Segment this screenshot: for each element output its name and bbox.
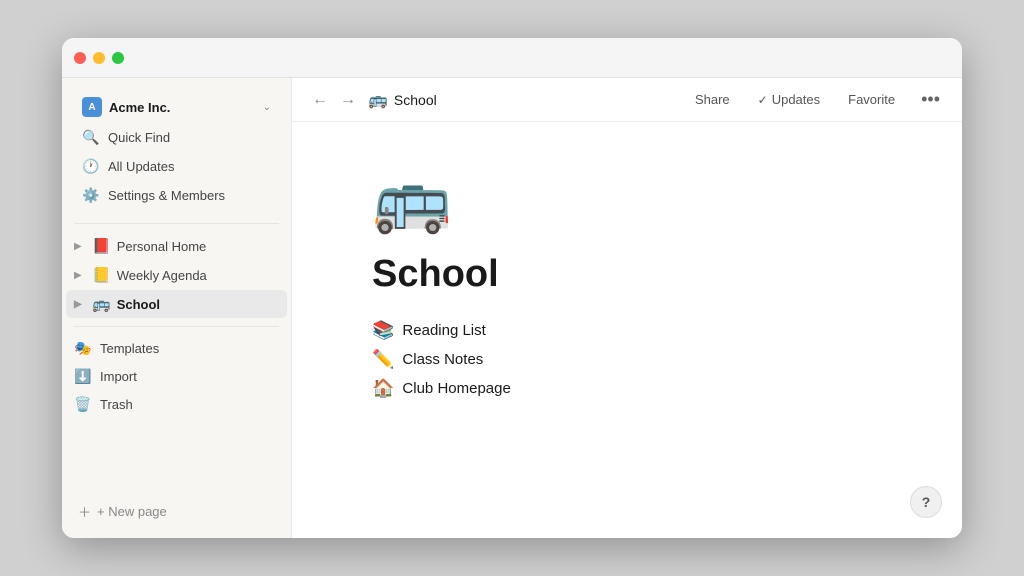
sidebar-item-trash[interactable]: 🗑️ Trash [66,391,287,418]
page-label: Weekly Agenda [117,268,207,283]
page-label: Personal Home [117,239,207,254]
arrow-icon: ▶ [74,270,86,281]
plus-icon: ＋ [78,502,91,521]
page-heading: School [372,253,882,296]
new-page-label: + New page [97,504,167,519]
list-item-emoji: ✏️ [372,349,394,370]
workspace-name: Acme Inc. [109,100,170,115]
help-button[interactable]: ? [910,486,942,518]
page-large-icon: 🚌 [372,162,882,237]
app-window: A Acme Inc. ⌄ 🔍 Quick Find 🕐 All Updates… [62,38,962,538]
close-button[interactable] [74,52,86,64]
new-page-button[interactable]: ＋ + New page [70,497,283,526]
updates-button[interactable]: ✓ Updates [750,88,828,111]
page-title-emoji: 🚌 [368,90,388,110]
updates-label: Updates [772,92,820,107]
more-options-button[interactable]: ••• [915,87,946,112]
sidebar-item-school[interactable]: ▶ 🚌 School [66,290,287,318]
sidebar-item-label: Templates [100,341,159,356]
list-item[interactable]: 📚 Reading List [372,320,882,341]
more-icon: ••• [921,89,940,110]
traffic-lights [74,52,124,64]
back-button[interactable]: ← [308,89,332,111]
sidebar-item-label: All Updates [108,159,174,174]
arrow-icon: ▶ [74,299,86,310]
sidebar-top: A Acme Inc. ⌄ 🔍 Quick Find 🕐 All Updates… [62,86,291,215]
share-button[interactable]: Share [687,88,738,111]
workspace-chevron: ⌄ [263,102,271,113]
main-area: ← → 🚌 School Share ✓ Updates F [292,78,962,538]
sidebar-item-label: Trash [100,397,133,412]
page-emoji: 📕 [92,237,111,255]
import-icon: ⬇️ [74,368,92,385]
sidebar-item-all-updates[interactable]: 🕐 All Updates [74,153,279,180]
forward-button[interactable]: → [336,89,360,111]
titlebar [62,38,962,78]
maximize-button[interactable] [112,52,124,64]
list-item[interactable]: ✏️ Class Notes [372,349,882,370]
gear-icon: ⚙️ [82,187,100,204]
sidebar-item-label: Quick Find [108,130,170,145]
main-content: A Acme Inc. ⌄ 🔍 Quick Find 🕐 All Updates… [62,78,962,538]
sidebar-item-weekly-agenda[interactable]: ▶ 📒 Weekly Agenda [66,261,287,289]
topbar-right: Share ✓ Updates Favorite ••• [687,87,946,112]
sidebar-item-personal-home[interactable]: ▶ 📕 Personal Home [66,232,287,260]
sidebar: A Acme Inc. ⌄ 🔍 Quick Find 🕐 All Updates… [62,78,292,538]
list-item-label: Reading List [402,322,485,339]
sidebar-item-label: Import [100,369,137,384]
share-label: Share [695,92,730,107]
sidebar-pages: ▶ 📕 Personal Home ▶ 📒 Weekly Agenda ▶ 🚌 … [62,232,291,318]
favorite-label: Favorite [848,92,895,107]
workspace-icon: A [82,97,102,117]
favorite-button[interactable]: Favorite [840,88,903,111]
minimize-button[interactable] [93,52,105,64]
sidebar-item-import[interactable]: ⬇️ Import [66,363,287,390]
sidebar-item-settings[interactable]: ⚙️ Settings & Members [74,182,279,209]
trash-icon: 🗑️ [74,396,92,413]
sidebar-item-quick-find[interactable]: 🔍 Quick Find [74,124,279,151]
templates-icon: 🎭 [74,340,92,357]
arrow-icon: ▶ [74,241,86,252]
page-title: School [394,92,437,108]
list-item-label: Class Notes [402,351,483,368]
sidebar-item-label: Settings & Members [108,188,225,203]
updates-check-icon: ✓ [758,93,768,107]
clock-icon: 🕐 [82,158,100,175]
sidebar-bottom-pages: 🎭 Templates ⬇️ Import 🗑️ Trash [62,335,291,418]
page-label: School [117,297,160,312]
sidebar-divider [74,223,279,224]
workspace-row[interactable]: A Acme Inc. ⌄ [74,92,279,122]
page-subpages-list: 📚 Reading List ✏️ Class Notes 🏠 Club Hom… [372,320,882,399]
page-title-bar: 🚌 School [368,90,437,110]
search-icon: 🔍 [82,129,100,146]
sidebar-divider-2 [74,326,279,327]
list-item[interactable]: 🏠 Club Homepage [372,378,882,399]
page-emoji: 📒 [92,266,111,284]
page-emoji: 🚌 [92,295,111,313]
help-label: ? [922,494,931,510]
nav-arrows: ← → [308,89,360,111]
topbar: ← → 🚌 School Share ✓ Updates F [292,78,962,122]
sidebar-item-templates[interactable]: 🎭 Templates [66,335,287,362]
page-content: 🚌 School 📚 Reading List ✏️ Class Notes 🏠 [292,122,962,538]
list-item-label: Club Homepage [402,380,510,397]
sidebar-footer: ＋ + New page [62,493,291,530]
list-item-emoji: 📚 [372,320,394,341]
list-item-emoji: 🏠 [372,378,394,399]
page-content-wrap: 🚌 School 📚 Reading List ✏️ Class Notes 🏠 [292,122,962,538]
